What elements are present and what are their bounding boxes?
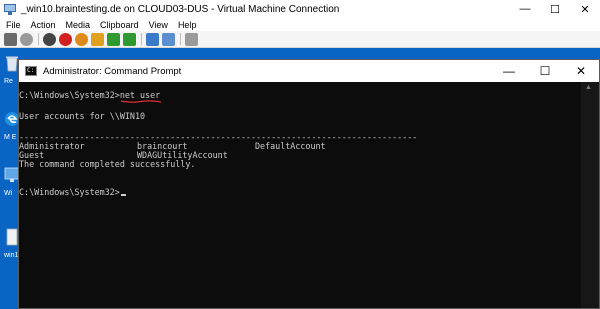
shut-down-icon[interactable]	[59, 32, 72, 46]
vm-window-title: _win10.braintesting.de on CLOUD03-DUS - …	[21, 3, 340, 15]
pause-icon[interactable]	[91, 32, 104, 46]
vm-connection-icon	[4, 3, 16, 15]
console-scrollbar[interactable]: ▲	[581, 82, 599, 308]
vm-menu-bar: File Action Media Clipboard View Help	[0, 18, 600, 31]
console-command: net user	[120, 90, 161, 103]
cmd-icon: C:	[25, 66, 37, 76]
menu-media[interactable]: Media	[66, 20, 91, 30]
vm-window-controls: — ☐ ✕	[510, 0, 600, 18]
cmd-window-controls: — ☐ ✕	[491, 60, 599, 82]
toolbar-separator	[180, 33, 181, 45]
console-result: The command completed successfully.	[19, 159, 196, 169]
console-header: User accounts for \\WIN10	[19, 111, 146, 121]
console-output[interactable]: C:\Windows\System32>net user User accoun…	[19, 82, 579, 308]
console-cursor	[120, 194, 126, 196]
vm-close-button[interactable]: ✕	[570, 0, 600, 18]
scroll-up-icon[interactable]: ▲	[585, 84, 592, 91]
cmd-title-bar: C: Administrator: Command Prompt — ☐ ✕	[19, 60, 599, 82]
cmd-close-button[interactable]: ✕	[563, 60, 599, 82]
menu-help[interactable]: Help	[178, 20, 197, 30]
resume-icon[interactable]	[107, 32, 120, 46]
vm-maximize-button[interactable]: ☐	[540, 0, 570, 18]
command-prompt-window: C: Administrator: Command Prompt — ☐ ✕ C…	[18, 59, 600, 309]
enhanced-session-icon[interactable]	[185, 32, 198, 46]
start-icon[interactable]	[20, 32, 33, 46]
toolbar-separator	[38, 33, 39, 45]
menu-file[interactable]: File	[6, 20, 21, 30]
checkpoint-icon[interactable]	[146, 32, 159, 46]
cmd-minimize-button[interactable]: —	[491, 60, 527, 82]
menu-view[interactable]: View	[149, 20, 168, 30]
console-prompt: C:\Windows\System32>	[19, 187, 120, 197]
ctrl-alt-del-icon[interactable]	[4, 32, 17, 46]
menu-clipboard[interactable]: Clipboard	[100, 20, 139, 30]
cmd-maximize-button[interactable]: ☐	[527, 60, 563, 82]
vm-toolbar	[0, 31, 600, 48]
console-prompt-line: C:\Windows\System32>	[19, 187, 126, 197]
turn-off-icon[interactable]	[43, 32, 56, 46]
vm-title-bar: _win10.braintesting.de on CLOUD03-DUS - …	[0, 0, 600, 18]
vm-minimize-button[interactable]: —	[510, 0, 540, 18]
console-command-line: C:\Windows\System32>net user	[19, 90, 161, 103]
reset-icon[interactable]	[123, 32, 136, 46]
menu-action[interactable]: Action	[31, 20, 56, 30]
save-icon[interactable]	[75, 32, 88, 46]
toolbar-separator	[141, 33, 142, 45]
console-prompt: C:\Windows\System32>	[19, 90, 120, 100]
cmd-window-title: Administrator: Command Prompt	[43, 65, 182, 77]
account-defaultaccount: DefaultAccount	[255, 141, 326, 151]
red-underline-annotation	[120, 100, 161, 103]
revert-icon[interactable]	[162, 32, 175, 46]
